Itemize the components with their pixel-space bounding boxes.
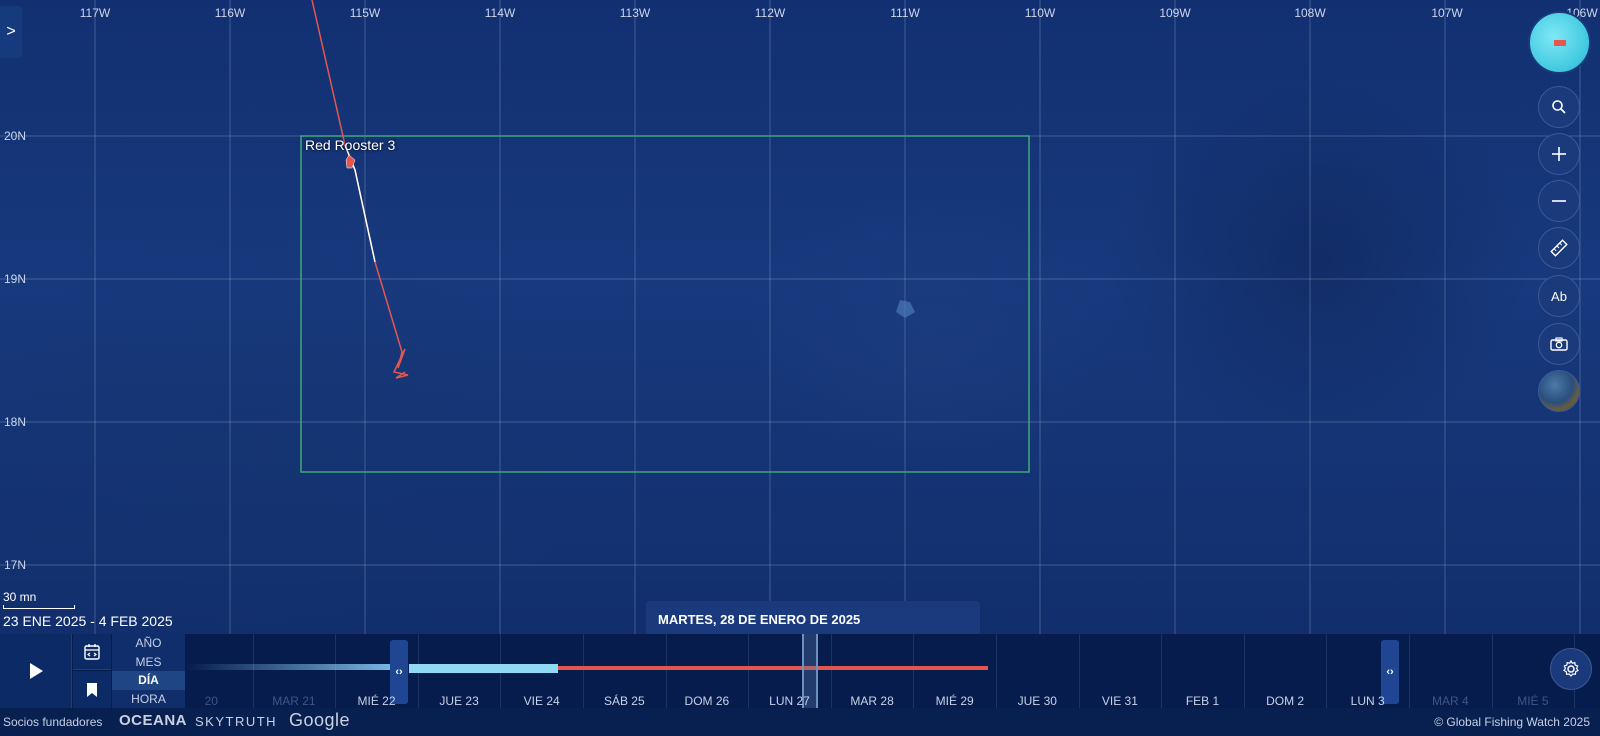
lon-label: 115W: [349, 6, 381, 20]
day-label: VIE 31: [1101, 694, 1138, 708]
scale-label: 30 mn: [3, 590, 37, 604]
basemap-switch-button[interactable]: [1538, 370, 1580, 412]
day-label: MIÉ 29: [935, 694, 974, 708]
search-button[interactable]: [1538, 86, 1580, 128]
vessel-label[interactable]: Red Rooster 3: [305, 137, 395, 153]
zoom-out-button[interactable]: [1538, 180, 1580, 222]
minus-icon: [1552, 200, 1566, 202]
app: 117W 116W 115W 114W 113W 112W 111W 110W …: [0, 0, 1600, 736]
oceana-logo[interactable]: OCEANA: [119, 712, 187, 729]
handle-arrows-icon: ‹›: [1386, 666, 1394, 678]
screenshot-button[interactable]: [1538, 323, 1580, 365]
day-label: JUE 30: [1017, 694, 1057, 708]
plus-icon: [1552, 147, 1566, 161]
calendar-button[interactable]: [73, 634, 111, 670]
timeline-active-segment: [409, 664, 558, 673]
sidebar-toggle-button[interactable]: >: [0, 6, 22, 58]
interval-day[interactable]: DÍA: [112, 671, 185, 690]
chevron-right-icon: >: [6, 23, 16, 40]
handle-arrows-icon: ‹›: [395, 666, 403, 678]
lon-label: 109W: [1159, 6, 1191, 20]
day-label: MIÉ 5: [1517, 694, 1549, 708]
day-label: VIE 24: [523, 694, 560, 708]
day-label: DOM 26: [684, 694, 730, 708]
google-logo[interactable]: Google: [289, 710, 350, 731]
current-date-tooltip: MARTES, 28 DE ENERO DE 2025: [646, 601, 980, 634]
lon-label: 111W: [890, 6, 920, 20]
skytruth-logo[interactable]: SKYTRUTH: [195, 714, 277, 729]
lon-label: 113W: [619, 6, 651, 20]
lon-label: 107W: [1431, 6, 1463, 20]
timebar: AÑO MES DÍA HORA ‹› ‹› 20 MAR 21 MIÉ 22 JUE…: [0, 634, 1600, 708]
day-label: SÁB 25: [603, 694, 645, 708]
bookmark-icon: [87, 682, 97, 697]
map-canvas[interactable]: 117W 116W 115W 114W 113W 112W 111W 110W …: [0, 0, 1600, 634]
interval-year[interactable]: AÑO: [112, 634, 185, 653]
day-column[interactable]: [186, 634, 253, 708]
zoom-in-button[interactable]: [1538, 133, 1580, 175]
lat-label: 17N: [4, 558, 27, 572]
day-label: MAR 4: [1431, 694, 1469, 708]
day-label: MAR 21: [272, 694, 316, 708]
current-date-label: MARTES, 28 DE ENERO DE 2025: [658, 611, 861, 627]
scale-bar: [3, 605, 75, 609]
bookmark-button[interactable]: [73, 671, 111, 708]
lon-label: 114W: [484, 6, 516, 20]
map-overlay: [0, 0, 1600, 634]
play-button[interactable]: [0, 634, 72, 708]
viewport-marker: [1554, 40, 1566, 46]
partners-label: Socios fundadores: [3, 715, 103, 729]
lat-label: 19N: [4, 272, 27, 286]
camera-icon: [1550, 337, 1568, 351]
day-label: 20: [204, 694, 218, 708]
calendar-icon: [84, 643, 100, 660]
annotation-button[interactable]: Ab: [1538, 275, 1580, 317]
interval-month[interactable]: MES: [112, 653, 185, 672]
play-icon: [29, 663, 43, 679]
lon-label: 110W: [1024, 6, 1056, 20]
timeline[interactable]: ‹› ‹› 20 MAR 21 MIÉ 22 JUE 23 VIE 24 SÁB 25 DO…: [186, 634, 1600, 708]
timeline-fade-bar: [186, 664, 396, 670]
lat-label: 18N: [4, 415, 27, 429]
day-label: MIÉ 22: [357, 694, 396, 708]
interval-selector: AÑO MES DÍA HORA: [112, 634, 185, 708]
interval-hour[interactable]: HORA: [112, 690, 185, 709]
day-label: LUN 27: [769, 694, 810, 708]
vessel-track-past: [311, 0, 376, 263]
day-label: MAR 28: [850, 694, 894, 708]
day-label: LUN 3: [1350, 694, 1385, 708]
gear-icon: [1563, 660, 1579, 677]
graticule: [0, 0, 1600, 634]
ruler-button[interactable]: [1538, 227, 1580, 269]
ruler-icon: [1550, 239, 1568, 257]
copyright: © Global Fishing Watch 2025: [1434, 715, 1590, 729]
day-label: JUE 23: [439, 694, 479, 708]
lon-label: 116W: [214, 6, 246, 20]
lon-label: 112W: [754, 6, 786, 20]
footer: Socios fundadores OCEANA SKYTRUTH Google…: [0, 708, 1600, 736]
date-range-label: 23 ENE 2025 - 4 FEB 2025: [3, 613, 173, 629]
island-marker: [896, 300, 915, 318]
mini-globe[interactable]: [1528, 11, 1591, 74]
lat-label: 20N: [4, 129, 27, 143]
lon-label: 108W: [1294, 6, 1326, 20]
day-label: DOM 2: [1266, 694, 1305, 708]
text-annotation-icon: Ab: [1551, 288, 1567, 304]
timeline-settings-button[interactable]: [1550, 648, 1592, 690]
vessel-activity-bar: [558, 666, 988, 670]
lon-label: 117W: [79, 6, 111, 20]
search-icon: [1552, 100, 1566, 114]
day-label: FEB 1: [1185, 694, 1220, 708]
